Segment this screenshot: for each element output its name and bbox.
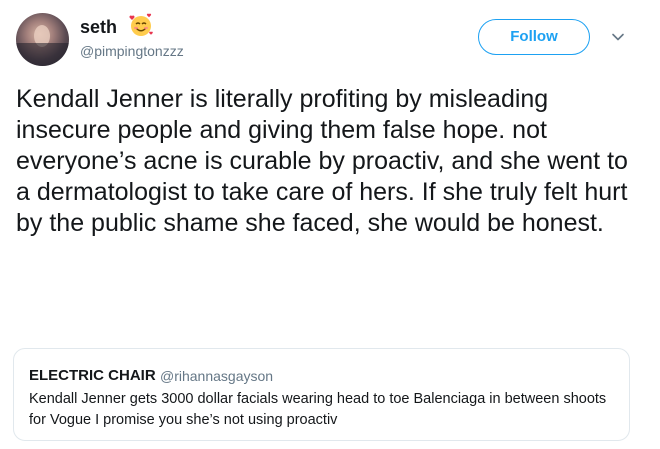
tweet-card: seth @pimpingtonzzz Follow Kendall Jenne… — [0, 0, 660, 449]
author-display-name[interactable]: seth — [80, 16, 117, 38]
quoted-author-display-name: ELECTRIC CHAIR — [29, 367, 156, 384]
smiling-face-with-hearts-icon — [129, 13, 153, 36]
avatar-shadow — [16, 43, 69, 66]
chevron-down-icon[interactable] — [610, 29, 626, 45]
author-handle[interactable]: @pimpingtonzzz — [80, 42, 184, 60]
quoted-author-handle: @rihannasgayson — [160, 368, 274, 384]
follow-button[interactable]: Follow — [478, 19, 590, 55]
quoted-tweet[interactable]: ELECTRIC CHAIR @rihannasgayson Kendall J… — [13, 348, 630, 441]
tweet-text: Kendall Jenner is literally profiting by… — [16, 85, 628, 237]
quoted-tweet-text: Kendall Jenner gets 3000 dollar facials … — [29, 391, 607, 428]
avatar[interactable] — [16, 13, 69, 66]
